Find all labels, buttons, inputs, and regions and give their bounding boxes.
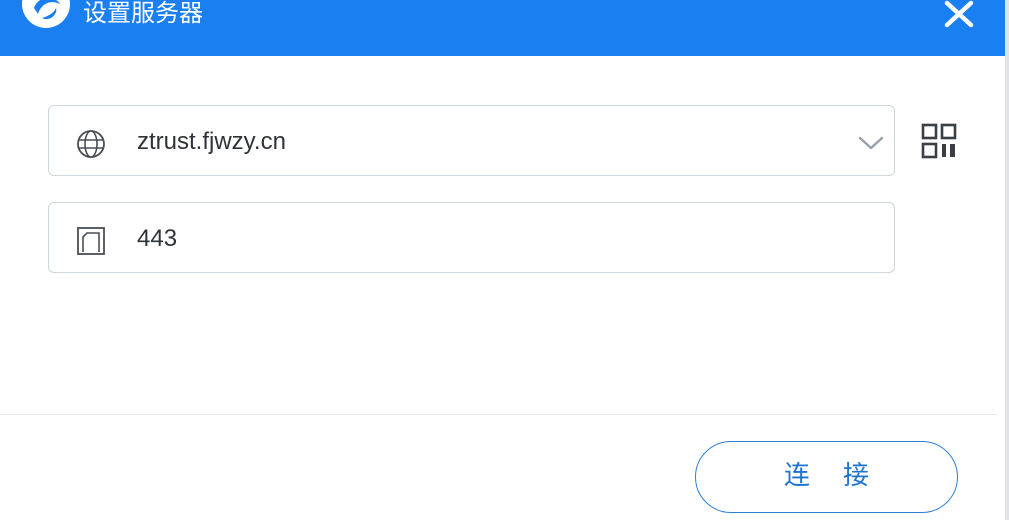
close-button[interactable] xyxy=(938,0,982,30)
window-title: 设置服务器 xyxy=(83,0,203,27)
close-icon xyxy=(944,0,974,28)
app-logo-icon xyxy=(22,0,70,28)
chevron-down-icon[interactable] xyxy=(856,128,886,156)
port-icon xyxy=(77,227,105,255)
server-port-value[interactable]: 443 xyxy=(137,221,837,257)
window-edge xyxy=(1005,0,1009,520)
globe-icon xyxy=(77,130,105,158)
server-port-input[interactable]: 443 xyxy=(48,202,895,273)
connect-button[interactable]: 连 接 xyxy=(695,441,958,513)
title-bar: 设置服务器 xyxy=(0,0,1005,56)
server-host-value[interactable]: ztrust.fjwzy.cn xyxy=(137,124,837,160)
qr-code-icon[interactable] xyxy=(920,122,958,160)
server-host-select[interactable]: ztrust.fjwzy.cn xyxy=(48,105,895,176)
footer-divider xyxy=(0,414,997,415)
